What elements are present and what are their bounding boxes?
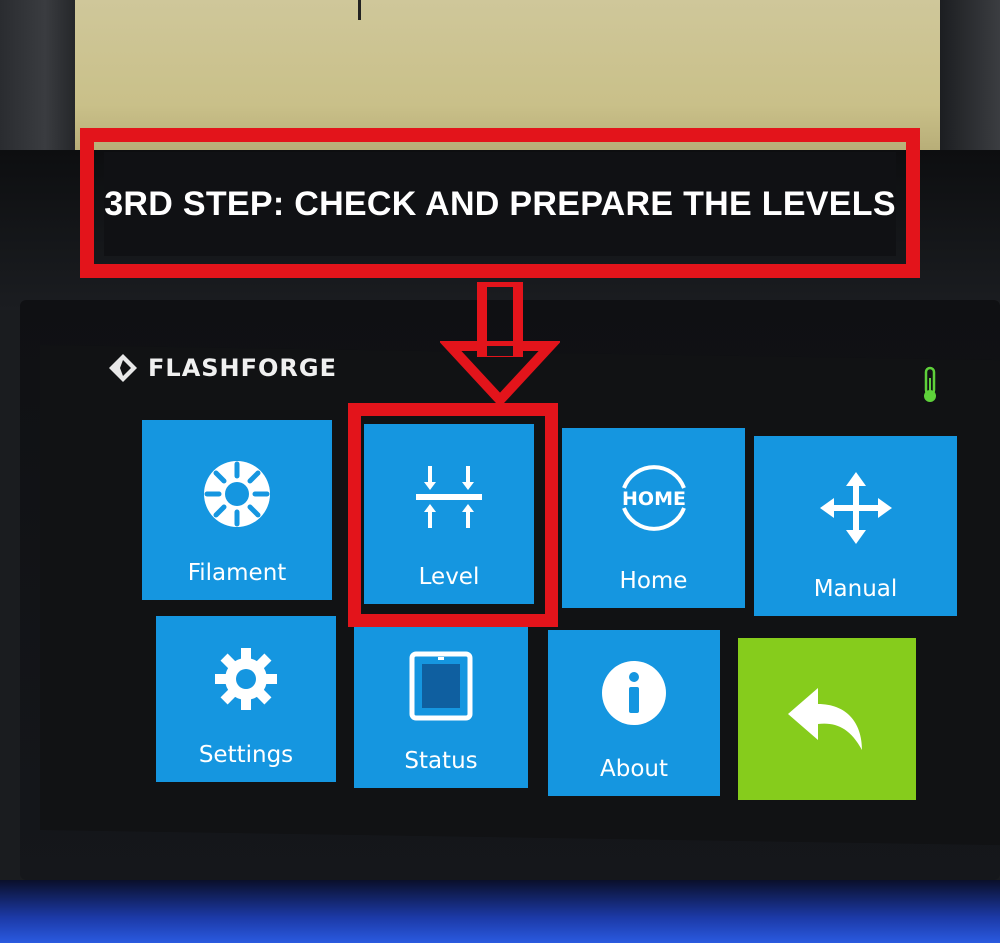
tile-label: Home [619,568,688,594]
tile-status[interactable]: Status [354,626,528,788]
tile-label: Status [404,748,478,774]
annotation-down-arrow-icon [440,282,560,406]
tile-label: About [599,756,668,782]
tile-about[interactable]: About [548,630,720,796]
thermometer-icon[interactable] [920,366,940,404]
pen-mark [358,0,361,20]
tile-settings[interactable]: Settings [156,616,336,782]
move-arrows-icon [819,472,892,544]
annotation-banner: 3RD STEP: CHECK AND PREPARE THE LEVELS [104,152,896,256]
flashforge-logo-icon [109,354,137,382]
tile-label: Manual [813,576,898,602]
tile-label: Settings [198,742,294,768]
tile-manual[interactable]: Manual [754,436,957,616]
printer-base [0,880,1000,943]
right-wall [940,0,1000,160]
brand-logo: FLASHFORGE [108,353,337,383]
gear-icon [215,648,277,710]
level-highlight-frame [348,403,558,627]
home-icon-text: HOME [622,488,686,510]
tile-back[interactable] [738,638,916,800]
back-arrow-icon [788,688,862,750]
tile-label: Filament [187,560,287,586]
filament-spool-icon [204,461,270,527]
home-badge-icon: HOME [622,465,686,531]
printer-window-icon [409,651,473,721]
info-icon [602,661,666,725]
tile-filament[interactable]: Filament [142,420,332,600]
brand-name: FLASHFORGE [148,354,338,382]
tile-home[interactable]: HOME Home [562,428,745,608]
